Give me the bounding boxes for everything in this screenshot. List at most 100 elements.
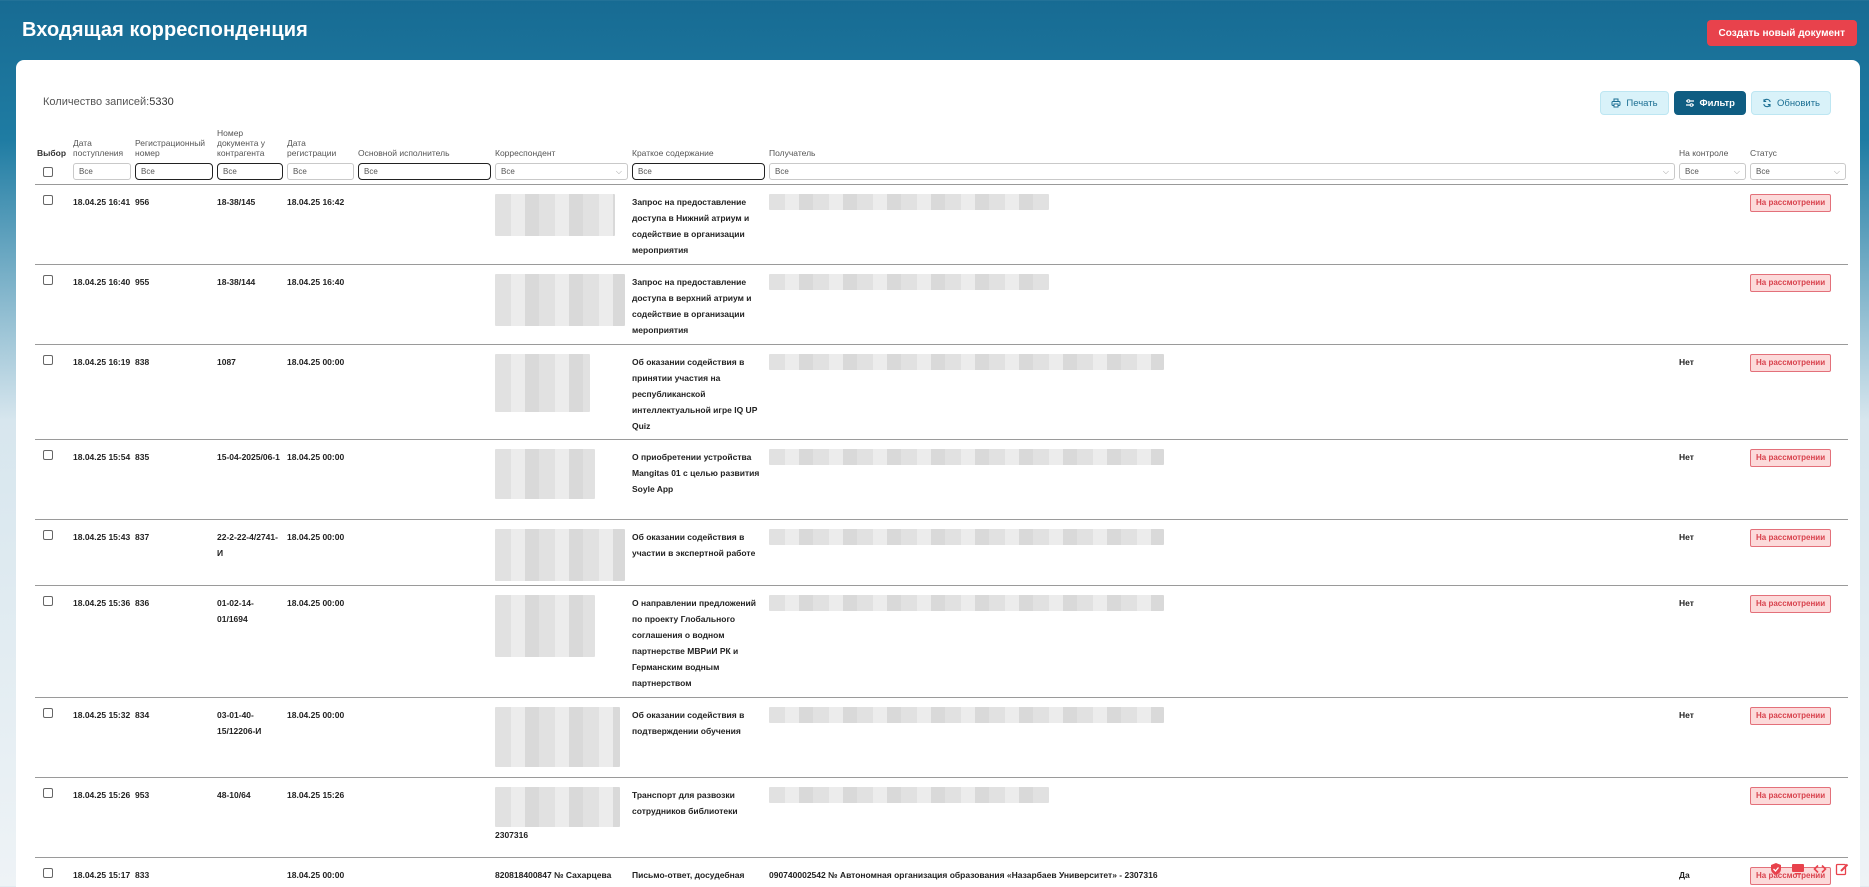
cell-executor — [356, 857, 493, 887]
print-button[interactable]: Печать — [1600, 91, 1669, 115]
row-checkbox[interactable] — [43, 595, 53, 606]
monitor-icon[interactable] — [1791, 861, 1805, 875]
filter-recipient[interactable]: Все ⌵ — [769, 163, 1675, 181]
cell-recipient — [767, 264, 1677, 345]
table-row[interactable]: 18.04.25 15:43 837 22-2-22-4/2741-И 18.04.2… — [35, 519, 1848, 586]
row-checkbox[interactable] — [43, 449, 53, 460]
row-checkbox[interactable] — [43, 194, 53, 205]
redacted-recipient — [769, 706, 1164, 723]
cell-reg-date: 18.04.25 00:00 — [285, 519, 356, 586]
cell-on-control: Нет — [1677, 585, 1748, 698]
table-row[interactable]: 18.04.25 15:26 953 48-10/64 18.04.25 15:26 2… — [35, 777, 1848, 858]
cell-status: На рассмотрении — [1748, 777, 1848, 858]
redacted-correspondent — [495, 273, 625, 326]
filter-button[interactable]: Фильтр — [1673, 91, 1746, 115]
cell-executor — [356, 585, 493, 698]
col-contractor-doc-number[interactable]: Номер документа у контрагента — [215, 122, 285, 162]
code-icon[interactable] — [1813, 861, 1827, 875]
refresh-button[interactable]: Обновить — [1750, 91, 1831, 115]
col-executor[interactable]: Основной исполнитель — [356, 122, 493, 162]
redacted-correspondent — [495, 448, 595, 499]
cell-recipient — [767, 585, 1677, 698]
filter-status[interactable]: Все ⌵ — [1750, 163, 1846, 181]
cell-arrival-date: 18.04.25 16:40 — [71, 264, 133, 345]
filter-on-control[interactable]: Все ⌵ — [1679, 163, 1746, 181]
row-checkbox[interactable] — [43, 787, 53, 798]
table-row[interactable]: 18.04.25 15:36 836 01-02-14-01/1694 18.04.2… — [35, 585, 1848, 698]
cell-executor — [356, 344, 493, 440]
filter-reg-number[interactable]: Все — [135, 163, 213, 181]
col-reg-date[interactable]: Дата регистрации — [285, 122, 356, 162]
filter-reg-date[interactable]: Все — [287, 163, 354, 181]
cell-summary: Запрос на предоставление доступа в Нижни… — [630, 184, 767, 265]
cell-executor — [356, 264, 493, 345]
cell-summary: Об оказании содействия в участии в экспе… — [630, 519, 767, 586]
table-row[interactable]: 18.04.25 15:54 835 15-04-2025/06-1 18.04.25… — [35, 439, 1848, 520]
col-summary[interactable]: Краткое содержание — [630, 122, 767, 162]
filter-arrival-date[interactable]: Все — [73, 163, 131, 181]
filter-summary[interactable]: Все — [632, 163, 765, 181]
cell-reg-date: 18.04.25 00:00 — [285, 439, 356, 520]
cell-summary: Об оказании содействия в принятии участи… — [630, 344, 767, 440]
cell-contractor-doc-number: 1087 — [215, 344, 285, 440]
redacted-correspondent — [495, 528, 625, 581]
status-badge: На рассмотрении — [1750, 353, 1832, 372]
redacted-correspondent — [495, 353, 590, 412]
cell-correspondent — [493, 184, 630, 265]
status-badge: На рассмотрении — [1750, 448, 1832, 467]
status-badge: На рассмотрении — [1750, 594, 1832, 613]
table-row[interactable]: 18.04.25 16:19 838 1087 18.04.25 00:00 Об ок… — [35, 344, 1848, 440]
filter-contractor-doc-number[interactable]: Все — [217, 163, 283, 181]
col-on-control[interactable]: На контроле — [1677, 122, 1748, 162]
records-count: Количество записей:5330 — [43, 96, 174, 108]
top-bar: Входящая корреспонденция Создать новый д… — [0, 0, 1869, 62]
redacted-recipient — [769, 273, 1049, 290]
redacted-recipient — [769, 594, 1164, 611]
redacted-correspondent — [495, 706, 620, 767]
cell-reg-number: 836 — [133, 585, 215, 698]
page-title: Входящая корреспонденция — [22, 19, 308, 41]
table-row[interactable]: 18.04.25 15:17 833 18.04.25 00:00 820818400… — [35, 857, 1848, 887]
filter-correspondent[interactable]: Все ⌵ — [495, 163, 628, 181]
edit-icon[interactable] — [1835, 861, 1849, 876]
select-all-checkbox[interactable] — [43, 167, 53, 178]
cell-recipient: 090740002542 № Автономная организация об… — [767, 857, 1677, 887]
col-status[interactable]: Статус — [1748, 122, 1848, 162]
col-correspondent[interactable]: Корреспондент — [493, 122, 630, 162]
col-arrival-date[interactable]: Дата поступления — [71, 122, 133, 162]
cell-summary: О направлении предложений по проекту Гло… — [630, 585, 767, 698]
cell-reg-date: 18.04.25 00:00 — [285, 697, 356, 778]
cell-executor — [356, 777, 493, 858]
chevron-down-icon: ⌵ — [1833, 166, 1840, 176]
cell-arrival-date: 18.04.25 15:43 — [71, 519, 133, 586]
row-checkbox[interactable] — [43, 867, 53, 878]
create-document-button[interactable]: Создать новый документ — [1706, 20, 1857, 46]
row-checkbox[interactable] — [43, 529, 53, 540]
filter-row: Все Все Все Все Все Все ⌵ Все Все ⌵ Все ⌵ В… — [35, 162, 1848, 185]
cell-reg-date: 18.04.25 16:40 — [285, 264, 356, 345]
filter-executor[interactable]: Все — [358, 163, 491, 181]
cell-on-control: Нет — [1677, 519, 1748, 586]
shield-icon[interactable] — [1769, 861, 1783, 875]
cell-arrival-date: 18.04.25 15:32 — [71, 697, 133, 778]
chevron-down-icon: ⌵ — [1733, 166, 1740, 176]
col-recipient[interactable]: Получатель — [767, 122, 1677, 162]
cell-reg-number: 953 — [133, 777, 215, 858]
redacted-recipient — [769, 786, 1049, 803]
table-row[interactable]: 18.04.25 16:40 955 18-38/144 18.04.25 16:40… — [35, 264, 1848, 345]
row-checkbox[interactable] — [43, 707, 53, 718]
cell-arrival-date: 18.04.25 15:26 — [71, 777, 133, 858]
cell-status: На рассмотрении — [1748, 439, 1848, 520]
header-row: Выбор Дата поступления Регистрационный н… — [35, 122, 1848, 162]
refresh-icon — [1763, 98, 1771, 108]
cell-on-control: Нет — [1677, 344, 1748, 440]
col-reg-number[interactable]: Регистрационный номер — [133, 122, 215, 162]
cell-correspondent — [493, 264, 630, 345]
cell-status: На рассмотрении — [1748, 519, 1848, 586]
table-row[interactable]: 18.04.25 16:41 956 18-38/145 18.04.25 16:42… — [35, 184, 1848, 265]
row-checkbox[interactable] — [43, 354, 53, 365]
row-checkbox[interactable] — [43, 274, 53, 285]
cell-contractor-doc-number: 15-04-2025/06-1 — [215, 439, 285, 520]
cell-on-control — [1677, 184, 1748, 265]
table-row[interactable]: 18.04.25 15:32 834 03-01-40-15/12206-И 18.0… — [35, 697, 1848, 778]
